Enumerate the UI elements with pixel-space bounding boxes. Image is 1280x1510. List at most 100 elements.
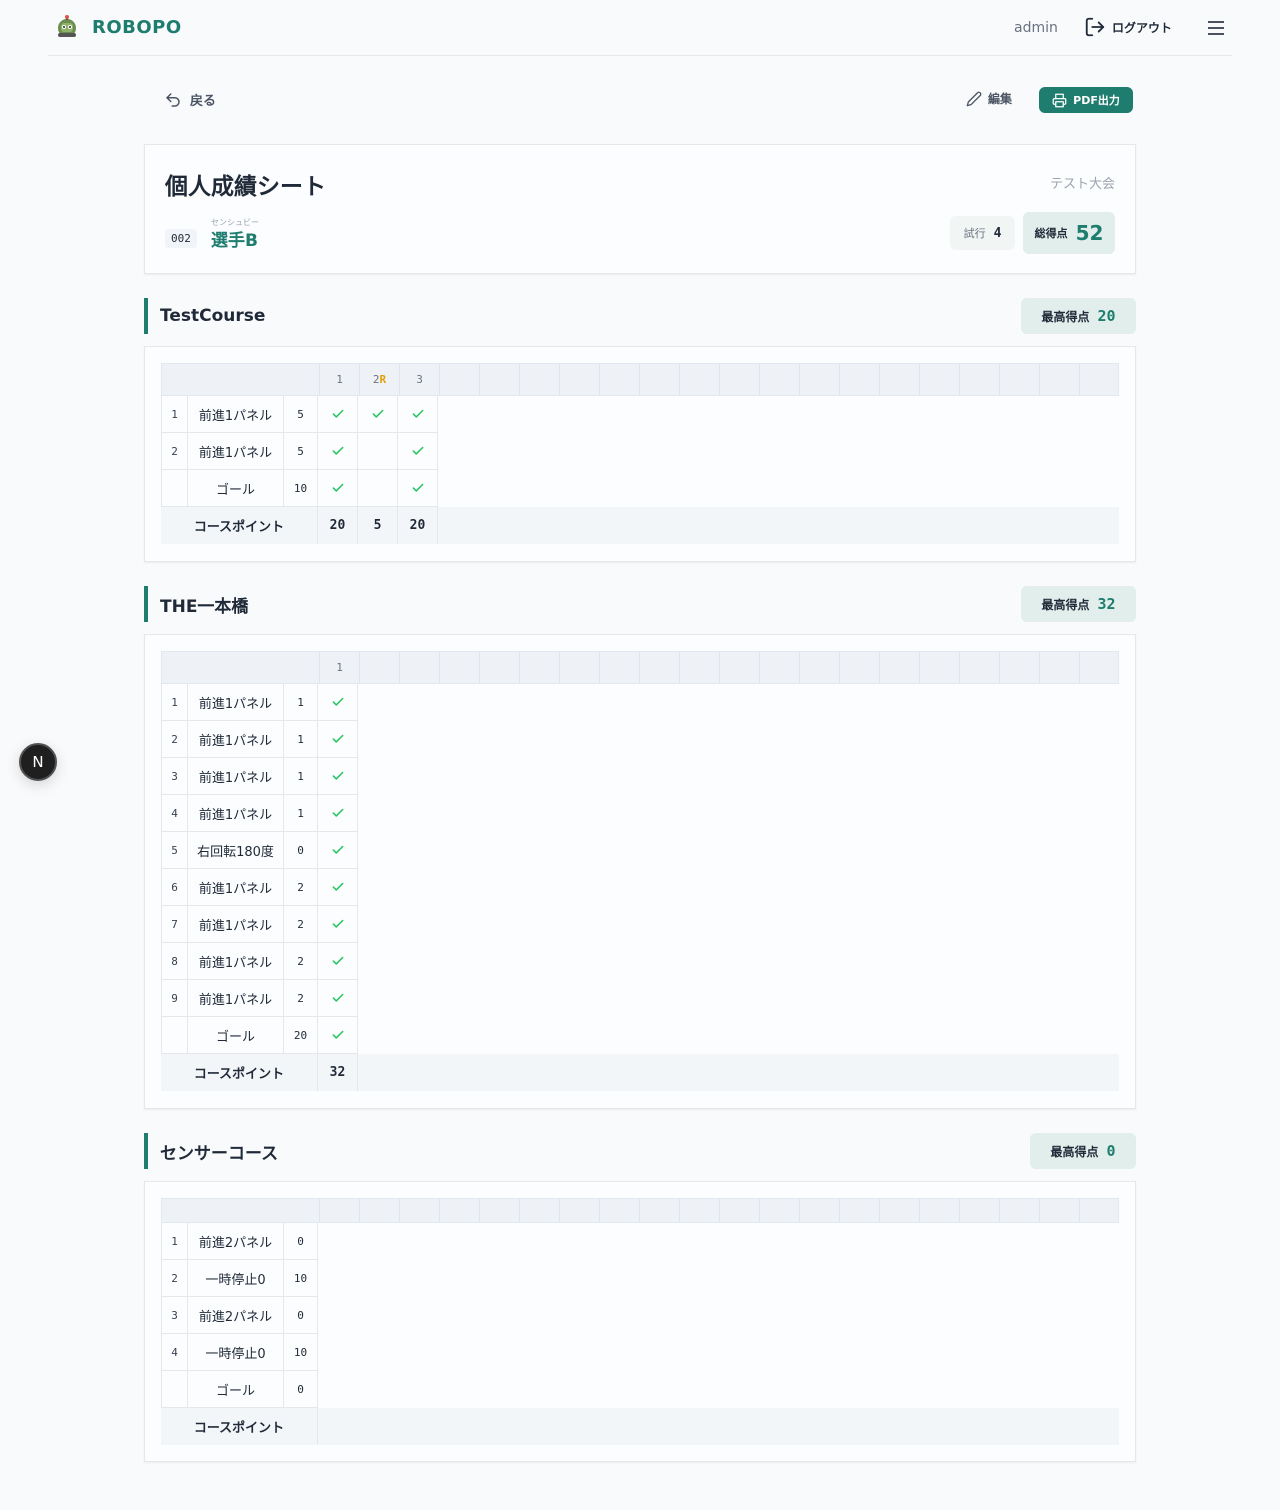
logout-button[interactable]: ログアウト (1084, 16, 1172, 38)
user-name: admin (1014, 20, 1058, 36)
attempt-number: 3 (416, 373, 423, 386)
attempt-result-cell (358, 433, 398, 470)
row-number: 4 (161, 795, 188, 832)
mission-points: 0 (284, 1371, 318, 1408)
edit-button[interactable]: 編集 (966, 90, 1012, 107)
attempt-result-cell (358, 470, 398, 507)
course-points-value: 20 (398, 507, 438, 544)
sheet-header-card: 個人成績シート テスト大会 002 センシュビー 選手B 試行 4 総得点 52 (144, 144, 1136, 274)
course-name: THE一本橋 (160, 596, 249, 617)
attempt-header-cell (639, 364, 679, 395)
attempt-header-cell (439, 1199, 479, 1222)
attempt-header-cell (1079, 652, 1119, 683)
trial-value: 4 (993, 225, 1002, 241)
attempt-header-cell (839, 652, 879, 683)
attempt-header-row: 1 (161, 651, 1119, 684)
course-score-card: 1 1 前進1パネル 1 2 前進1パネル 1 3 前進1パネル 1 4 前進1パネル 1 5 右回転180… (144, 634, 1136, 1109)
mission-name: ゴール (188, 1017, 284, 1054)
attempt-result-cell (318, 684, 358, 721)
bib-number: 002 (165, 229, 197, 248)
retry-mark: R (379, 373, 387, 386)
best-value: 0 (1106, 1142, 1116, 1160)
attempt-header-cell: 1 (319, 652, 359, 683)
best-value: 20 (1097, 307, 1116, 325)
attempt-header-cell (879, 364, 919, 395)
attempt-result-cell (318, 721, 358, 758)
course-points-label: コースポイント (161, 1408, 318, 1445)
total-label: 総得点 (1034, 227, 1068, 240)
total-value: 52 (1075, 221, 1104, 245)
attempt-header-cell (439, 652, 479, 683)
best-label: 最高得点 (1041, 309, 1090, 324)
check-icon (332, 409, 343, 418)
event-name: テスト大会 (1049, 177, 1115, 192)
dev-badge-label: N (32, 753, 44, 771)
course-points-label: コースポイント (161, 1054, 318, 1091)
course-points-value: 20 (318, 507, 358, 544)
attempt-header-cell (799, 364, 839, 395)
mission-name: 前進1パネル (188, 869, 284, 906)
attempt-header-cell (479, 364, 519, 395)
back-button[interactable]: 戻る (164, 90, 216, 109)
mission-name: ゴール (188, 470, 284, 507)
attempt-header-cell (719, 1199, 759, 1222)
attempt-header-cell (1039, 652, 1079, 683)
dev-tools-badge[interactable]: N (19, 743, 57, 781)
attempt-number: 2 (372, 373, 380, 386)
robot-logo-icon[interactable] (54, 14, 80, 40)
row-number: 5 (161, 832, 188, 869)
attempt-header-cell (639, 1199, 679, 1222)
check-icon (332, 956, 343, 965)
total-score-badge: 総得点 52 (1023, 212, 1115, 254)
check-icon (332, 845, 343, 854)
attempt-header-cell (479, 1199, 519, 1222)
attempt-header-cell (679, 1199, 719, 1222)
best-score-badge: 最高得点 20 (1021, 298, 1136, 334)
mission-points: 2 (284, 869, 318, 906)
attempt-number: 1 (336, 373, 343, 386)
trial-count-badge: 試行 4 (950, 216, 1015, 250)
attempt-header-cell (719, 364, 759, 395)
logout-icon (1085, 17, 1105, 37)
pdf-export-button[interactable]: PDF出力 (1039, 87, 1133, 113)
row-number: 1 (161, 1223, 188, 1260)
attempt-header-cell (439, 364, 479, 395)
mission-name: 前進2パネル (188, 1297, 284, 1334)
attempt-header-cell (599, 1199, 639, 1222)
attempt-result-cell (318, 832, 358, 869)
page-title: 個人成績シート (165, 174, 326, 200)
attempt-result-cell (318, 906, 358, 943)
row-number (161, 470, 188, 507)
hamburger-menu-icon[interactable] (1206, 18, 1226, 38)
row-number: 3 (161, 1297, 188, 1334)
mission-name: ゴール (188, 1371, 284, 1408)
attempt-result-cell (318, 1017, 358, 1054)
pencil-icon (966, 91, 982, 106)
mission-points: 10 (284, 1260, 318, 1297)
row-number: 3 (161, 758, 188, 795)
mission-name: 一時停止0 (188, 1260, 284, 1297)
attempt-header-cell (1039, 1199, 1079, 1222)
mission-points: 20 (284, 1017, 318, 1054)
attempt-header-cell (639, 652, 679, 683)
check-icon (412, 446, 423, 455)
mission-name: 前進1パネル (188, 980, 284, 1017)
mission-points: 1 (284, 684, 318, 721)
attempt-header-cell (319, 1199, 359, 1222)
attempt-header-cell (759, 364, 799, 395)
mission-name: 前進1パネル (188, 795, 284, 832)
best-label: 最高得点 (1050, 1144, 1099, 1159)
attempt-header-cell (759, 1199, 799, 1222)
mission-points: 10 (284, 1334, 318, 1371)
brand-name[interactable]: ROBOPO (92, 17, 182, 38)
attempt-result-cell (318, 869, 358, 906)
attempt-header-cell (999, 652, 1039, 683)
row-number: 2 (161, 721, 188, 758)
attempt-header-cell (919, 1199, 959, 1222)
top-navbar: ROBOPO admin ログアウト (48, 0, 1232, 56)
attempt-header-cell (519, 1199, 559, 1222)
best-score-badge: 最高得点 0 (1030, 1133, 1136, 1169)
row-number: 4 (161, 1334, 188, 1371)
attempt-result-cell (318, 758, 358, 795)
check-icon (332, 882, 343, 891)
